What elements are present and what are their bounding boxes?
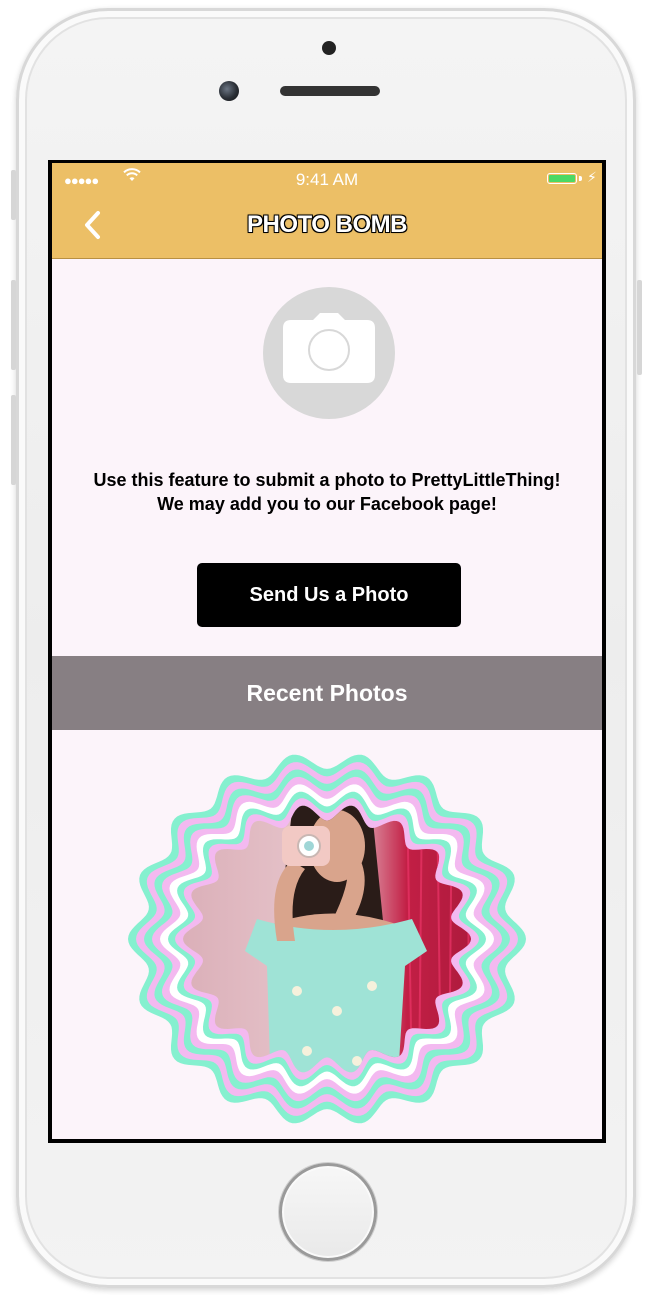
mute-switch[interactable] (11, 170, 16, 220)
nav-bar: ●●●●● 9:41 AM ⚡ PHOTO BOMB (52, 163, 602, 259)
battery-icon (547, 173, 577, 184)
charging-bolt-icon: ⚡ (587, 169, 597, 185)
home-button[interactable] (279, 1163, 377, 1261)
proximity-sensor (322, 41, 336, 55)
battery-tip (579, 176, 582, 181)
earpiece-speaker (280, 86, 380, 96)
volume-down-button[interactable] (11, 395, 16, 485)
screen: ●●●●● 9:41 AM ⚡ PHOTO BOMB Use this feat… (48, 160, 606, 1143)
photo-placeholder[interactable] (263, 287, 395, 419)
recent-photo-item[interactable] (127, 751, 527, 1127)
description-line-2: We may add you to our Facebook page! (157, 494, 497, 514)
page: ●●●●● 9:41 AM ⚡ PHOTO BOMB Use this feat… (0, 0, 650, 1295)
front-camera-icon (219, 81, 239, 101)
status-time: 9:41 AM (295, 170, 359, 189)
volume-up-button[interactable] (11, 280, 16, 370)
page-title: PHOTO BOMB (247, 211, 407, 238)
power-button[interactable] (637, 280, 642, 375)
feature-description: Use this feature to submit a photo to Pr… (52, 468, 602, 516)
camera-icon (283, 313, 375, 383)
app-view: ●●●●● 9:41 AM ⚡ PHOTO BOMB Use this feat… (52, 163, 602, 1139)
description-line-1: Use this feature to submit a photo to Pr… (93, 470, 561, 490)
battery-level (549, 175, 575, 182)
recent-photo-image (128, 754, 526, 1124)
send-photo-button[interactable]: Send Us a Photo (197, 563, 461, 627)
recent-photos-header: Recent Photos (52, 656, 602, 730)
status-bar: ●●●●● 9:41 AM ⚡ (52, 163, 602, 193)
